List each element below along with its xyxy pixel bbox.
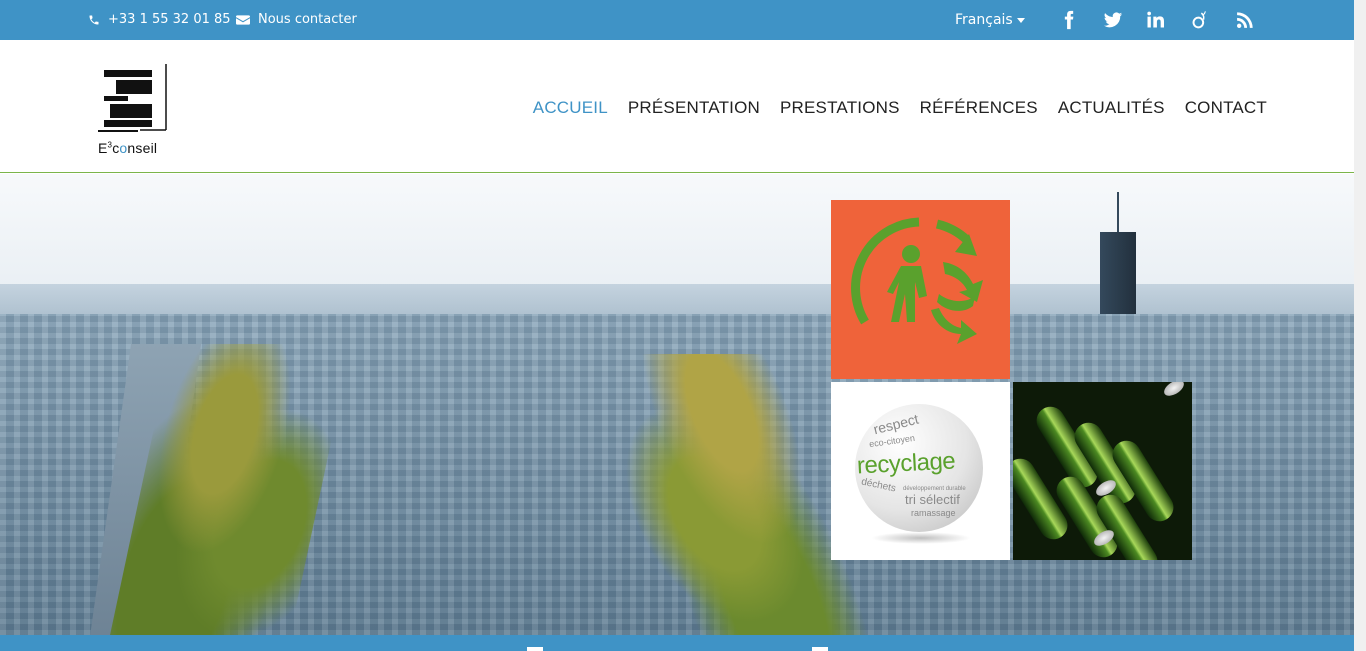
logo-wordmark: E3conseil xyxy=(98,140,158,156)
page-scrollbar[interactable] xyxy=(1354,0,1366,651)
hero-sky xyxy=(0,174,1354,294)
linkedin-icon xyxy=(1147,11,1164,28)
hero-tower-antenna xyxy=(1117,192,1119,232)
recycling-person-icon xyxy=(851,217,983,344)
nav-item-references[interactable]: RÉFÉRENCES xyxy=(920,98,1038,118)
rss-icon xyxy=(1237,12,1253,28)
facebook-icon xyxy=(1064,10,1074,30)
nav-item-accueil[interactable]: ACCUEIL xyxy=(533,98,608,118)
linkedin-link[interactable] xyxy=(1143,8,1167,32)
ball-shadow xyxy=(871,532,971,544)
bottom-marker xyxy=(527,647,543,651)
nav-item-prestations[interactable]: PRESTATIONS xyxy=(780,98,900,118)
logo-mark-icon xyxy=(98,64,167,132)
phone-icon xyxy=(89,15,99,24)
viadeo-link[interactable] xyxy=(1188,8,1212,32)
tile-glass-bottles xyxy=(1013,382,1192,560)
twitter-link[interactable] xyxy=(1101,8,1125,32)
contact-label: Nous contacter xyxy=(258,12,357,27)
tile-recycling-ball: respect eco-citoyen développement durabl… xyxy=(831,382,1010,560)
top-bar: +33 1 55 32 01 85 Nous contacter Françai… xyxy=(0,0,1354,40)
viadeo-icon xyxy=(1192,11,1206,29)
caret-down-icon xyxy=(1016,17,1025,23)
recyclage-label: recyclage xyxy=(856,447,956,480)
language-label: Français xyxy=(955,12,1013,28)
rss-link[interactable] xyxy=(1233,8,1257,32)
language-selector[interactable]: Français xyxy=(955,12,1025,28)
nav-item-contact[interactable]: CONTACT xyxy=(1185,98,1267,118)
envelope-icon xyxy=(236,14,250,25)
bottom-marker xyxy=(812,647,828,651)
main-nav: ACCUEIL PRÉSENTATION PRESTATIONS RÉFÉREN… xyxy=(533,98,1267,118)
twitter-icon xyxy=(1103,12,1123,28)
bottom-bar xyxy=(0,635,1354,651)
phone-link[interactable]: +33 1 55 32 01 85 xyxy=(88,12,231,27)
site-logo[interactable]: E3conseil xyxy=(96,62,170,158)
site-header: E3conseil ACCUEIL PRÉSENTATION PRESTATIO… xyxy=(0,40,1354,173)
phone-number: +33 1 55 32 01 85 xyxy=(108,12,231,27)
contact-link[interactable]: Nous contacter xyxy=(236,12,357,27)
tile-recycling-symbol xyxy=(831,200,1010,379)
ball-word: ramassage xyxy=(911,508,956,518)
nav-item-presentation[interactable]: PRÉSENTATION xyxy=(628,98,760,118)
facebook-link[interactable] xyxy=(1057,8,1081,32)
ball-word: tri sélectif xyxy=(905,492,960,507)
nav-item-actualites[interactable]: ACTUALITÉS xyxy=(1058,98,1165,118)
